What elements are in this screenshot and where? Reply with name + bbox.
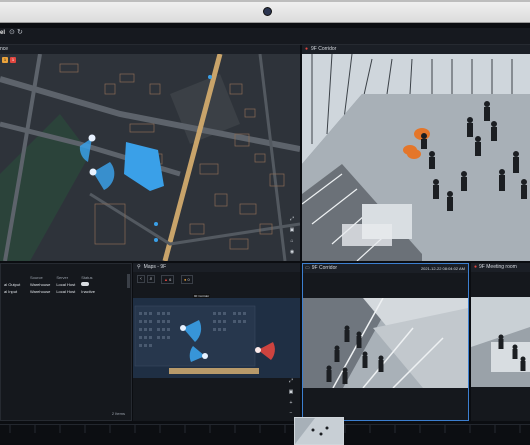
orange-count: 0 — [187, 277, 190, 282]
table-row[interactable]: al Output Warehouse Local Host — [1, 281, 98, 288]
settings-icon[interactable]: ⊙ — [9, 29, 15, 36]
floor-plan — [133, 298, 300, 378]
video-bottom-label: 9F Corridor — [311, 265, 338, 271]
site-map[interactable]: 1 1 ⤢ ▣ ⌂ ◉ — [0, 54, 300, 261]
map-pin-icon: ⚲ — [137, 264, 141, 270]
row-name: al Input — [4, 289, 18, 294]
col-status-header: Status — [81, 275, 93, 280]
row-source: Warehouse — [30, 282, 51, 287]
col-source-header: Source — [30, 275, 43, 280]
layers-icon[interactable]: ▣ — [288, 389, 294, 395]
video-top-header: ● 9F Corridor — [302, 45, 530, 54]
back-icon[interactable]: ‹ — [137, 275, 145, 283]
playback-timeline[interactable] — [0, 417, 530, 445]
corridor-bottom-frame — [303, 298, 468, 388]
row-name: al Output — [4, 282, 21, 287]
device-table: Source Server Status al Output Warehouse… — [1, 274, 98, 295]
table-footer: 2 Items — [111, 411, 125, 416]
toggle-icon[interactable] — [81, 282, 90, 286]
location-icon[interactable]: ◉ — [289, 249, 295, 255]
floor-map-header: ⚲ Maps - 9F — [133, 263, 300, 272]
zoom-fit-icon[interactable]: ⤢ — [288, 378, 294, 384]
table-row[interactable]: al Input Warehouse Local Host Inactive — [1, 288, 98, 295]
badge-a: 1 — [2, 57, 8, 63]
orange-alarm-count[interactable]: ● 0 — [181, 275, 193, 284]
red-alarm-count[interactable]: ▲ 6 — [161, 275, 175, 284]
video-meeting-room[interactable]: ● 9F Meeting room — [471, 263, 530, 421]
toolbar: el ⊙ ↻ — [0, 28, 530, 45]
row-server: Local Host — [56, 282, 76, 287]
timeline-thumbnail[interactable] — [294, 417, 344, 445]
table-header-row: Source Server Status — [1, 274, 98, 281]
bezel-edge — [0, 0, 530, 2]
map-canvas — [0, 54, 300, 261]
video-meeting-header: ● 9F Meeting room — [471, 263, 530, 272]
video-top-label: 9F Corridor — [311, 46, 337, 52]
video-corridor-top[interactable] — [302, 54, 530, 261]
layers-icon[interactable]: ▣ — [289, 227, 295, 233]
warning-icon: ● — [184, 277, 187, 282]
zoom-out-icon[interactable]: − — [288, 410, 294, 416]
video-meeting-label: 9F Meeting room — [479, 264, 517, 270]
video-bottom-header: ▭ 9F Corridor 2021-12-22 08:04:02 AM — [303, 264, 468, 273]
zoom-fit-icon[interactable]: ⤢ — [289, 216, 295, 222]
video-timestamp: 2021-12-22 08:04:02 AM — [420, 266, 465, 271]
floor-map-panel[interactable]: ‹ ⌕ ▲ 6 ● 0 9F Corridor ⤢ ▣ + − — [133, 272, 300, 421]
search-icon[interactable]: ⌕ — [147, 275, 155, 283]
home-icon[interactable]: ⌂ — [289, 238, 295, 244]
map-panel-title: nce — [0, 46, 9, 52]
col-server-header: Server — [56, 275, 69, 280]
floor-map-title: Maps - 9F — [143, 264, 167, 270]
timeline-ticks — [9, 425, 521, 433]
row-server: Local Host — [56, 289, 76, 294]
meeting-frame — [471, 297, 530, 387]
recording-icon: ● — [305, 46, 309, 52]
device-table-panel: Source Server Status al Output Warehouse… — [0, 263, 132, 421]
row-status[interactable] — [78, 281, 98, 288]
video-corridor-bottom[interactable]: ▭ 9F Corridor 2021-12-22 08:04:02 AM — [302, 263, 469, 421]
camera-tooltip: 9F Corridor — [193, 294, 211, 298]
camera-icon: ▭ — [305, 265, 310, 271]
table-scrollbar[interactable] — [127, 274, 130, 288]
thumbnail-frame — [295, 418, 343, 444]
col-name-header — [1, 274, 27, 281]
corridor-top-frame — [302, 54, 530, 261]
webcam-icon — [263, 7, 272, 16]
map-panel-header: nce — [0, 45, 300, 54]
row-status: Inactive — [81, 289, 96, 294]
row-source: Warehouse — [30, 289, 51, 294]
badge-b: 1 — [10, 57, 16, 63]
recording-icon: ● — [474, 264, 478, 270]
alarm-icon: ▲ — [164, 277, 168, 282]
refresh-icon[interactable]: ↻ — [17, 29, 23, 36]
toolbar-title: el — [0, 30, 6, 36]
red-count: 6 — [169, 277, 172, 282]
zoom-in-icon[interactable]: + — [288, 400, 294, 406]
